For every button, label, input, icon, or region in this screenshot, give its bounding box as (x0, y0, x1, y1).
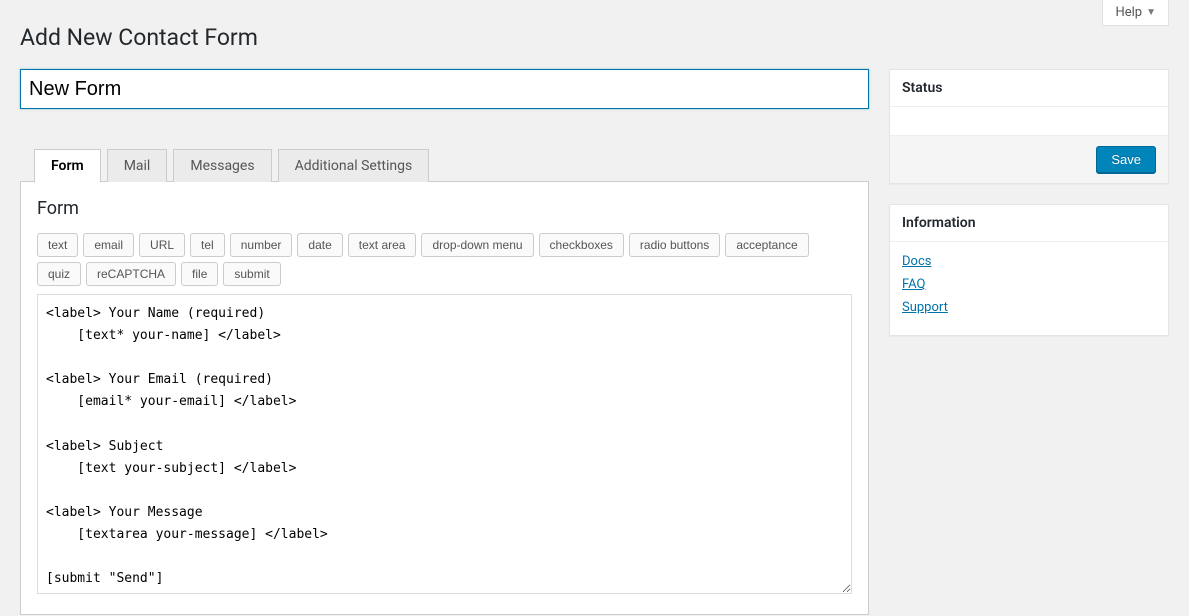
form-panel-heading: Form (37, 198, 852, 219)
tag-buttons: textemailURLtelnumberdatetext areadrop-d… (37, 233, 852, 286)
info-link-support[interactable]: Support (902, 300, 1156, 315)
tag-drop-down-menu[interactable]: drop-down menu (421, 233, 533, 257)
tag-recaptcha[interactable]: reCAPTCHA (86, 262, 176, 286)
tab-form[interactable]: Form (34, 149, 101, 183)
tag-text[interactable]: text (37, 233, 78, 257)
help-tab[interactable]: Help ▼ (1102, 0, 1169, 26)
status-body (890, 107, 1168, 135)
info-link-faq[interactable]: FAQ (902, 277, 1156, 292)
status-title: Status (890, 70, 1168, 107)
tag-email[interactable]: email (83, 233, 134, 257)
main-column: FormMailMessagesAdditional Settings Form… (20, 69, 869, 616)
info-link-docs[interactable]: Docs (902, 254, 1156, 269)
tag-checkboxes[interactable]: checkboxes (539, 233, 624, 257)
tag-date[interactable]: date (297, 233, 342, 257)
information-links: Docs FAQ Support (890, 242, 1168, 335)
form-code-textarea[interactable] (37, 294, 852, 594)
save-button[interactable]: Save (1096, 146, 1156, 173)
tag-number[interactable]: number (230, 233, 293, 257)
tab-mail[interactable]: Mail (107, 149, 168, 182)
tag-acceptance[interactable]: acceptance (725, 233, 808, 257)
tab-additional-settings[interactable]: Additional Settings (278, 149, 430, 182)
sidebar: Status Save Information Docs FAQ Support (889, 69, 1169, 356)
tag-file[interactable]: file (181, 262, 218, 286)
tag-radio-buttons[interactable]: radio buttons (629, 233, 720, 257)
tag-url[interactable]: URL (139, 233, 185, 257)
form-title-input[interactable] (20, 69, 869, 109)
tabs-bar: FormMailMessagesAdditional Settings (34, 149, 869, 182)
information-title: Information (890, 205, 1168, 242)
tag-submit[interactable]: submit (223, 262, 280, 286)
tag-quiz[interactable]: quiz (37, 262, 81, 286)
status-box: Status Save (889, 69, 1169, 184)
tag-tel[interactable]: tel (190, 233, 225, 257)
tab-messages[interactable]: Messages (173, 149, 271, 182)
information-box: Information Docs FAQ Support (889, 204, 1169, 336)
chevron-down-icon: ▼ (1146, 7, 1156, 18)
tag-text-area[interactable]: text area (348, 233, 417, 257)
help-label: Help (1115, 5, 1142, 20)
form-panel: Form textemailURLtelnumberdatetext aread… (20, 181, 869, 615)
page-title: Add New Contact Form (20, 24, 1169, 51)
